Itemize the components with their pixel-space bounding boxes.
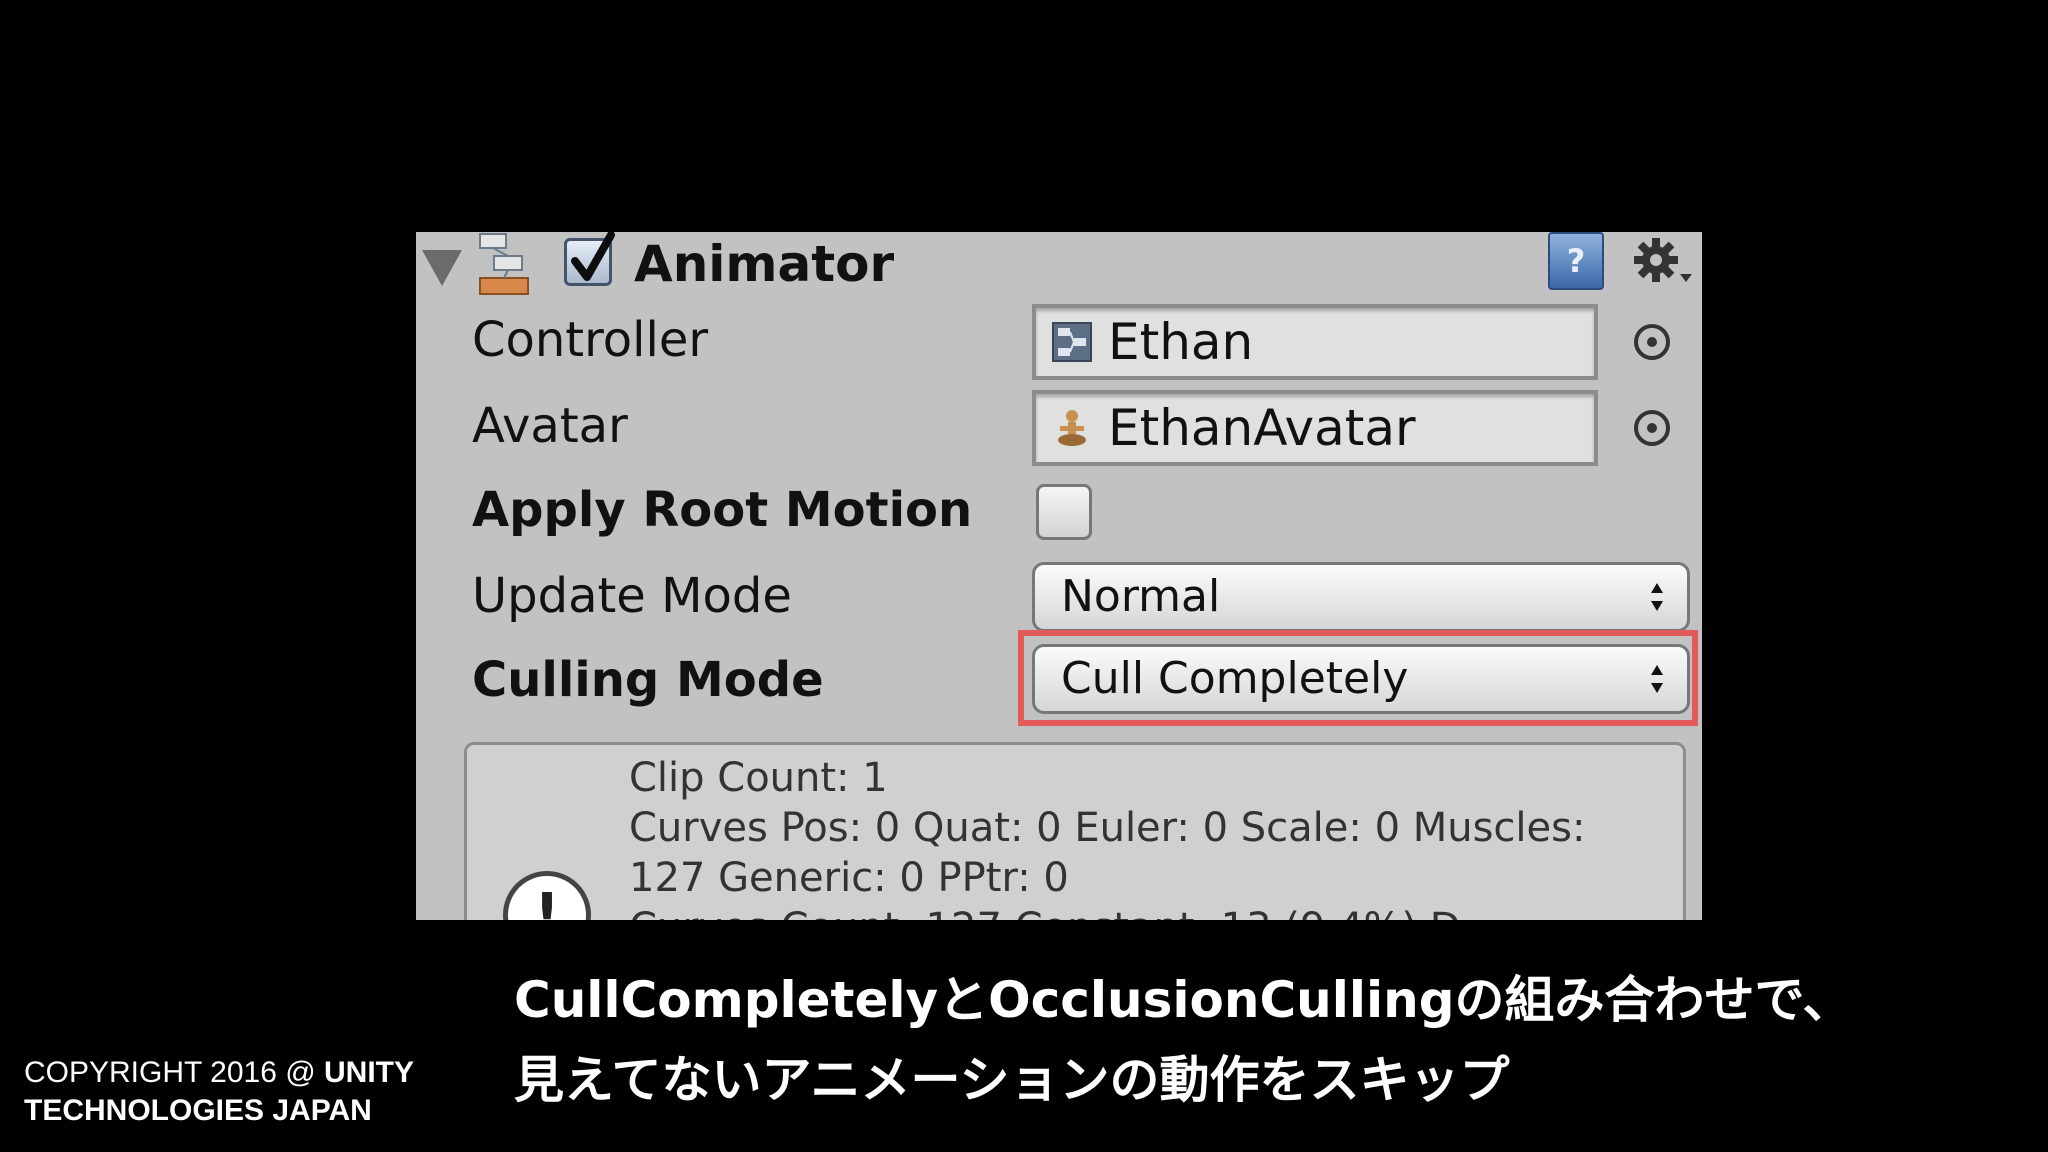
animator-controller-icon <box>1052 322 1092 362</box>
component-header: Animator ? <box>416 232 1702 296</box>
update-mode-dropdown[interactable]: Normal <box>1032 562 1690 632</box>
avatar-value: EthanAvatar <box>1108 399 1416 457</box>
controller-value: Ethan <box>1108 313 1254 371</box>
info-line-generic: 127 Generic: 0 PPtr: 0 <box>629 855 1069 901</box>
avatar-icon <box>1058 410 1086 446</box>
slide-caption-line-2: 見えてないアニメーションの動作をスキップ <box>514 1051 1510 1109</box>
info-line-clip-count: Clip Count: 1 <box>629 755 888 801</box>
update-mode-value: Normal <box>1061 571 1221 622</box>
component-title: Animator <box>634 235 895 293</box>
animator-info-box: ! Clip Count: 1 Curves Pos: 0 Quat: 0 Eu… <box>464 742 1686 920</box>
apply-root-motion-checkbox[interactable] <box>1036 484 1092 540</box>
animator-component-icon <box>479 233 529 295</box>
controller-field[interactable]: Ethan <box>1032 304 1598 380</box>
dropdown-arrows-icon <box>1651 583 1663 611</box>
apply-root-motion-label: Apply Root Motion <box>472 482 973 538</box>
update-mode-label: Update Mode <box>472 568 792 624</box>
copyright-prefix: COPYRIGHT 2016 @ <box>24 1056 324 1089</box>
gear-icon[interactable] <box>1630 234 1694 290</box>
copyright-company-b: TECHNOLOGIES JAPAN <box>24 1094 372 1127</box>
help-book-icon[interactable]: ? <box>1548 232 1604 290</box>
culling-mode-label: Culling Mode <box>472 652 824 708</box>
info-line-curves-count: Curves Count: 127 Constant: 13 (9.4%) D <box>629 903 1461 920</box>
culling-mode-highlight <box>1018 630 1698 726</box>
copyright-notice: COPYRIGHT 2016 @ UNITY TECHNOLOGIES JAPA… <box>24 1054 414 1130</box>
avatar-label: Avatar <box>472 398 628 454</box>
slide-caption-line-1: CullCompletelyとOcclusionCullingの組み合わせで、 <box>514 971 1853 1029</box>
foldout-arrow-icon[interactable] <box>422 250 462 286</box>
avatar-field[interactable]: EthanAvatar <box>1032 390 1598 466</box>
animator-inspector-panel: Animator ? Controller Ethan Avatar Ethan… <box>416 232 1702 920</box>
controller-object-picker-icon[interactable] <box>1634 324 1670 360</box>
avatar-object-picker-icon[interactable] <box>1634 410 1670 446</box>
checkmark-icon <box>571 232 615 281</box>
copyright-company-a: UNITY <box>324 1056 414 1089</box>
component-enabled-checkbox[interactable] <box>564 232 615 286</box>
info-icon: ! <box>503 871 591 920</box>
info-line-curves: Curves Pos: 0 Quat: 0 Euler: 0 Scale: 0 … <box>629 805 1586 851</box>
controller-label: Controller <box>472 312 709 368</box>
